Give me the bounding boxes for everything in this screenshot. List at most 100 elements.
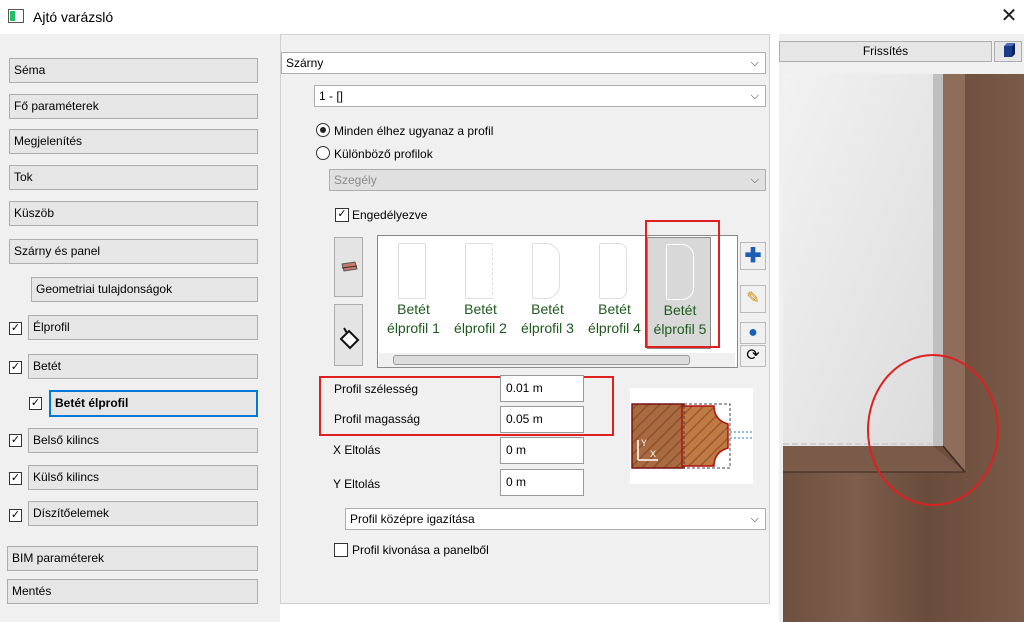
nav-label: Tok xyxy=(14,170,33,184)
y-offset-field[interactable]: 0 m xyxy=(500,469,584,496)
nav-tok[interactable]: Tok xyxy=(9,165,258,190)
x-offset-field[interactable]: 0 m xyxy=(500,437,584,464)
nav-label: Mentés xyxy=(12,584,52,598)
nav-betet[interactable]: Betét xyxy=(28,354,258,379)
pencil-icon[interactable]: ✎ xyxy=(740,285,766,313)
nav-elprofil[interactable]: Élprofil xyxy=(28,315,258,340)
alignment-combo-value: Profil középre igazítása xyxy=(350,512,475,526)
same-profile-label: Minden élhez ugyanaz a profil xyxy=(334,124,494,138)
alignment-combo[interactable]: Profil középre igazítása ⌵ xyxy=(345,508,766,530)
nav-mentes[interactable]: Mentés xyxy=(7,579,258,604)
elprofil-checkbox[interactable]: ✓ xyxy=(9,322,22,335)
close-icon[interactable]: ✕ xyxy=(998,5,1020,27)
view-cube-button[interactable] xyxy=(994,41,1022,62)
eraser-icon xyxy=(341,261,358,272)
profile-item-2[interactable]: Betét élprofil 2 xyxy=(447,237,514,347)
window-title: Ajtó varázsló xyxy=(33,9,114,25)
profile-shape xyxy=(398,243,426,299)
belso-kilincs-checkbox[interactable]: ✓ xyxy=(9,434,22,447)
profile-diagram: Y X xyxy=(630,388,753,484)
chevron-down-icon: ⌵ xyxy=(750,513,759,525)
globe-icon[interactable]: ● xyxy=(740,322,766,344)
profile-item-3[interactable]: Betét élprofil 3 xyxy=(514,237,581,347)
profile-height-label: Profil magasság xyxy=(334,412,421,426)
y-offset-label: Y Eltolás xyxy=(333,477,381,491)
diszitoelemek-checkbox[interactable]: ✓ xyxy=(9,509,22,522)
nav-betet-elprofil[interactable]: Betét élprofil xyxy=(49,390,258,417)
profile-shape xyxy=(599,243,627,299)
nav-label: Belső kilincs xyxy=(33,433,100,447)
subtract-profile-label: Profil kivonása a panelből xyxy=(352,543,489,557)
same-profile-radio[interactable] xyxy=(316,123,330,137)
profile-caption: Betét élprofil 2 xyxy=(454,301,507,336)
nav-label: Megjelenítés xyxy=(14,134,83,148)
enabled-label: Engedélyezve xyxy=(352,208,428,222)
nav-belso-kilincs[interactable]: Belső kilincs xyxy=(28,428,258,453)
profile-shape xyxy=(532,243,560,299)
material-tool-button[interactable] xyxy=(334,237,363,297)
nav-label: BIM paraméterek xyxy=(12,551,105,565)
add-icon[interactable]: ✚ xyxy=(740,242,766,270)
profile-shape xyxy=(465,243,493,299)
left-nav-panel: Séma Fő paraméterek Megjelenítés Tok Küs… xyxy=(0,34,270,622)
profile-item-4[interactable]: Betét élprofil 4 xyxy=(581,237,648,347)
nav-diszitoelemek[interactable]: Díszítőelemek xyxy=(28,501,258,526)
subtract-profile-checkbox[interactable] xyxy=(334,543,348,557)
profile-caption: Betét élprofil 4 xyxy=(588,301,641,336)
nav-fo-parameterek[interactable]: Fő paraméterek xyxy=(9,94,258,119)
nav-label: Fő paraméterek xyxy=(14,99,99,113)
profile-height-field[interactable]: 0.05 m xyxy=(500,406,584,433)
section-combo[interactable]: Szárny ⌵ xyxy=(281,52,766,74)
app-icon xyxy=(8,9,24,23)
nav-label: Séma xyxy=(14,63,46,77)
nav-label: Díszítőelemek xyxy=(33,506,110,520)
nav-label: Geometriai tulajdonságok xyxy=(36,282,173,296)
nav-label: Külső kilincs xyxy=(33,470,100,484)
chevron-down-icon: ⌵ xyxy=(750,174,759,186)
enabled-checkbox[interactable]: ✓ xyxy=(335,208,349,222)
profile-item-1[interactable]: Betét élprofil 1 xyxy=(380,237,447,347)
profile-caption: Betét élprofil 1 xyxy=(387,301,440,336)
nav-bim-parameterek[interactable]: BIM paraméterek xyxy=(7,546,258,571)
nav-label: Küszöb xyxy=(14,206,55,220)
betet-checkbox[interactable]: ✓ xyxy=(9,361,22,374)
element-combo[interactable]: 1 - [] ⌵ xyxy=(314,85,766,107)
svg-text:X: X xyxy=(650,449,656,459)
different-profiles-radio[interactable] xyxy=(316,146,330,160)
nav-szarny-es-panel[interactable]: Szárny és panel xyxy=(9,239,258,264)
profile-width-field[interactable]: 0.01 m xyxy=(500,375,584,402)
paint-tool-button[interactable] xyxy=(334,304,363,366)
chevron-down-icon: ⌵ xyxy=(750,57,759,69)
edge-combo: Szegély ⌵ xyxy=(329,169,766,191)
profile-width-label: Profil szélesség xyxy=(334,382,419,396)
door-3d-preview[interactable] xyxy=(783,74,1024,622)
title-bar xyxy=(0,0,1024,34)
door-render xyxy=(783,74,1024,622)
panel-splitter[interactable] xyxy=(270,34,280,622)
different-profiles-label: Különböző profilok xyxy=(334,147,433,161)
nav-label: Szárny és panel xyxy=(14,244,101,258)
nav-label: Betét élprofil xyxy=(55,396,129,410)
highlight-selected-profile xyxy=(645,220,720,348)
svg-text:Y: Y xyxy=(641,438,647,448)
nav-megjelenites[interactable]: Megjelenítés xyxy=(9,129,258,154)
refresh-icon[interactable]: ⟳ xyxy=(740,345,766,367)
element-combo-value: 1 - [] xyxy=(319,89,344,103)
edge-combo-value: Szegély xyxy=(334,173,377,187)
section-combo-value: Szárny xyxy=(286,56,324,70)
gallery-scroll-thumb[interactable] xyxy=(393,355,690,365)
nav-kulso-kilincs[interactable]: Külső kilincs xyxy=(28,465,258,490)
refresh-button[interactable]: Frissítés xyxy=(779,41,992,62)
nav-sema[interactable]: Séma xyxy=(9,58,258,83)
nav-label: Betét xyxy=(33,359,62,373)
betet-elprofil-checkbox[interactable]: ✓ xyxy=(29,397,42,410)
profile-diagram-svg: Y X xyxy=(631,403,753,469)
cube-icon xyxy=(1004,43,1015,57)
kulso-kilincs-checkbox[interactable]: ✓ xyxy=(9,472,22,485)
profile-caption: Betét élprofil 3 xyxy=(521,301,574,336)
nav-kuszob[interactable]: Küszöb xyxy=(9,201,258,226)
chevron-down-icon: ⌵ xyxy=(750,90,759,102)
nav-label: Élprofil xyxy=(33,320,70,334)
nav-geometriai-tulajdonsagok[interactable]: Geometriai tulajdonságok xyxy=(31,277,258,302)
paint-bucket-icon xyxy=(339,327,360,350)
